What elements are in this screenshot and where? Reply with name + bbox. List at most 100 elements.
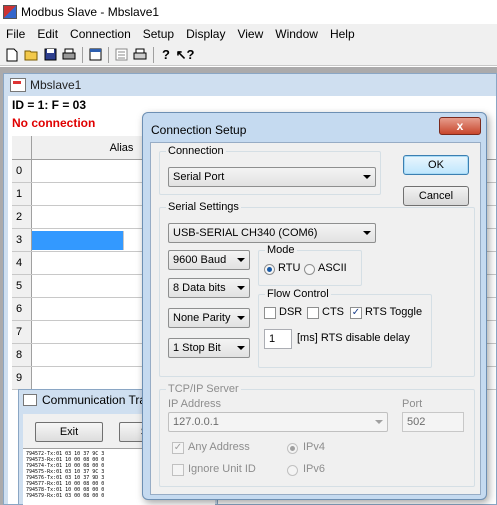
- toolbar-separator: [153, 46, 154, 63]
- ignore-unit-id-checkbox[interactable]: [172, 464, 184, 476]
- exit-button[interactable]: Exit: [35, 422, 103, 442]
- ip-address-label: IP Address: [168, 398, 221, 410]
- ok-button[interactable]: OK: [403, 155, 469, 175]
- dialog-title: Connection Setup: [151, 123, 247, 137]
- mode-label: Mode: [265, 244, 297, 256]
- context-help-icon[interactable]: ↖?: [176, 46, 195, 64]
- row-number: 3: [12, 229, 32, 251]
- window-icon[interactable]: [86, 46, 104, 64]
- slave-id-function: ID = 1: F = 03: [12, 98, 87, 112]
- ascii-radio[interactable]: [304, 264, 315, 275]
- cancel-button[interactable]: Cancel: [403, 186, 469, 206]
- rts-delay-label: [ms] RTS disable delay: [297, 332, 410, 344]
- new-icon[interactable]: [3, 46, 21, 64]
- any-address-label: Any Address: [188, 441, 250, 453]
- toolbar-separator: [108, 46, 109, 63]
- connection-group: Connection Serial Port: [159, 145, 381, 195]
- close-button[interactable]: x: [439, 117, 481, 135]
- ipv6-label: IPv6: [303, 463, 326, 475]
- connection-type-select[interactable]: Serial Port: [168, 167, 376, 187]
- row-number: 0: [12, 160, 32, 182]
- data-bits-select[interactable]: 8 Data bits: [168, 278, 250, 298]
- document-icon: [23, 394, 37, 406]
- data-bits-value: 8 Data bits: [173, 282, 226, 294]
- app-title: Modbus Slave - Mbslave1: [21, 5, 160, 19]
- chevron-down-icon: [375, 420, 383, 424]
- document-icon: [10, 78, 26, 92]
- flow-control-label: Flow Control: [265, 288, 331, 300]
- connection-setup-dialog: Connection Setup x Connection Serial Por…: [142, 112, 487, 500]
- dsr-checkbox[interactable]: [264, 307, 276, 319]
- toolbar: ? ↖?: [0, 44, 497, 66]
- ip-address-select[interactable]: 127.0.0.1: [168, 412, 388, 432]
- rts-delay-input[interactable]: 1: [264, 329, 292, 349]
- chevron-down-icon: [237, 258, 245, 262]
- rts-toggle-label: RTS Toggle: [365, 306, 423, 318]
- toolbar-separator: [82, 46, 83, 63]
- cts-checkbox[interactable]: [307, 307, 319, 319]
- menu-window[interactable]: Window: [269, 27, 324, 41]
- connection-status: No connection: [12, 116, 96, 130]
- stop-bits-value: 1 Stop Bit: [173, 342, 221, 354]
- row-number: 4: [12, 252, 32, 274]
- baud-rate-value: 9600 Baud: [173, 254, 227, 266]
- serial-settings-group: Serial Settings USB-SERIAL CH340 (COM6) …: [159, 201, 475, 377]
- rtu-radio[interactable]: [264, 264, 275, 275]
- ipv4-label: IPv4: [303, 441, 326, 453]
- comm-window-titlebar[interactable]: Communication Tra: [23, 393, 146, 407]
- row-number: 1: [12, 183, 32, 205]
- row-number: 7: [12, 321, 32, 343]
- open-icon[interactable]: [22, 46, 40, 64]
- chevron-down-icon: [237, 346, 245, 350]
- ignore-unit-id-label: Ignore Unit ID: [188, 463, 256, 475]
- rts-toggle-checkbox[interactable]: ✓: [350, 307, 362, 319]
- comm-traffic-icon[interactable]: [112, 46, 130, 64]
- port-input[interactable]: 502: [402, 412, 464, 432]
- mbslave-window-title: Mbslave1: [30, 78, 82, 92]
- menu-display[interactable]: Display: [180, 27, 231, 41]
- serial-settings-label: Serial Settings: [166, 201, 241, 213]
- help-icon[interactable]: ?: [157, 46, 175, 64]
- baud-rate-select[interactable]: 9600 Baud: [168, 250, 250, 270]
- cts-label: CTS: [322, 306, 344, 318]
- grid-corner: [12, 136, 32, 159]
- menu-setup[interactable]: Setup: [137, 27, 180, 41]
- row-number: 5: [12, 275, 32, 297]
- mbslave-window-titlebar[interactable]: Mbslave1: [4, 74, 496, 96]
- parity-select[interactable]: None Parity: [168, 308, 250, 328]
- modbus-app-icon: [3, 5, 17, 19]
- row-number: 9: [12, 367, 32, 389]
- row-number: 6: [12, 298, 32, 320]
- menu-connection[interactable]: Connection: [64, 27, 137, 41]
- alias-cell-selected[interactable]: [32, 231, 124, 250]
- parity-value: None Parity: [173, 312, 231, 324]
- ip-address-value: 127.0.0.1: [173, 416, 219, 428]
- menu-file[interactable]: File: [0, 27, 31, 41]
- tcpip-server-label: TCP/IP Server: [166, 383, 241, 395]
- ipv6-radio[interactable]: [287, 465, 298, 476]
- mode-group: Mode RTU ASCII: [258, 244, 362, 286]
- menu-edit[interactable]: Edit: [31, 27, 64, 41]
- menu-bar: File Edit Connection Setup Display View …: [0, 24, 497, 44]
- app-titlebar: Modbus Slave - Mbslave1: [0, 0, 497, 24]
- any-address-checkbox[interactable]: ✓: [172, 442, 184, 454]
- ipv4-radio[interactable]: [287, 443, 298, 454]
- menu-help[interactable]: Help: [324, 27, 361, 41]
- ascii-label: ASCII: [318, 262, 347, 274]
- save-icon[interactable]: [41, 46, 59, 64]
- chevron-down-icon: [363, 231, 371, 235]
- chevron-down-icon: [363, 175, 371, 179]
- chevron-down-icon: [237, 286, 245, 290]
- print-preview-icon[interactable]: [131, 46, 149, 64]
- tcpip-server-group: TCP/IP Server IP Address 127.0.0.1 Port …: [159, 383, 475, 487]
- chevron-down-icon: [237, 316, 245, 320]
- menu-view[interactable]: View: [231, 27, 269, 41]
- dialog-client: Connection Serial Port OK Cancel Serial …: [150, 142, 481, 495]
- flow-control-group: Flow Control DSR CTS ✓ RTS Toggle 1 [ms]…: [258, 288, 432, 368]
- connection-type-value: Serial Port: [173, 171, 225, 183]
- row-number: 8: [12, 344, 32, 366]
- print-icon[interactable]: [60, 46, 78, 64]
- row-number: 2: [12, 206, 32, 228]
- serial-port-select[interactable]: USB-SERIAL CH340 (COM6): [168, 223, 376, 243]
- stop-bits-select[interactable]: 1 Stop Bit: [168, 338, 250, 358]
